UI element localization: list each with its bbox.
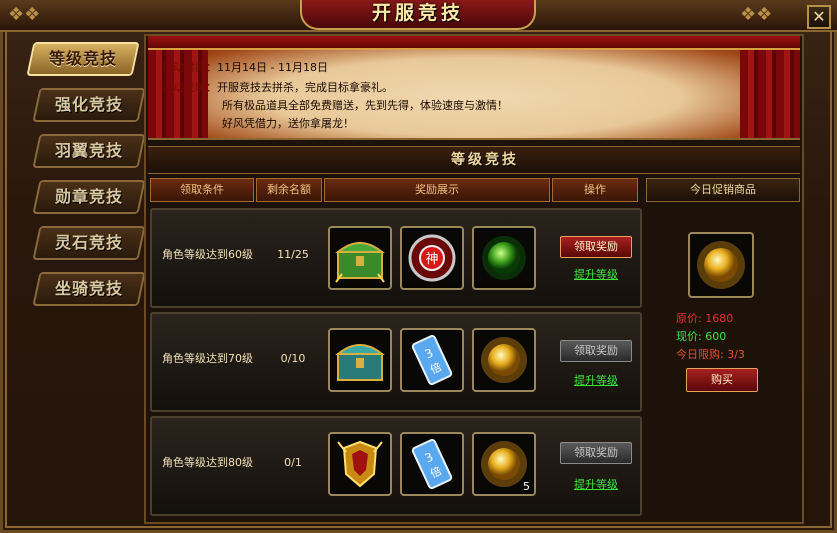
column-header-rewards: 奖励展示 [324,178,550,202]
event-time: 活动时间：11月14日 - 11月18日 [162,60,328,76]
section-title: 等级竞技 [451,152,519,168]
tab-level[interactable]: 等级竞技 [26,42,140,76]
event-time-value: 11月14日 - 11月18日 [217,61,328,74]
event-time-label: 活动时间： [162,61,217,74]
row-condition: 角色等级达到60级 [162,248,253,261]
title-bar: ❖❖ ❖❖ 开服竞技 ✕ [0,0,837,32]
tab-wing[interactable]: 羽翼竞技 [32,134,146,168]
cyan-treasure-chest-icon[interactable] [328,328,392,392]
tab-enhance[interactable]: 强化竞技 [32,88,146,122]
daily-limit: 今日限购: 3/3 [676,348,745,361]
event-desc-label: 活动说明： [162,81,217,94]
curtain-right [740,36,800,138]
reward-row: 角色等级达到80级 0/1 3倍 5 领取奖励 提升等级 [150,416,642,516]
window-title: 开服竞技 [371,2,464,24]
reward-row: 角色等级达到70级 0/10 3倍 领取奖励 提升等级 [150,312,642,412]
event-banner: 活动时间：11月14日 - 11月18日 活动说明：开服竞技去拼杀，完成目标拿豪… [148,36,800,140]
row-remaining: 0/1 [284,456,302,469]
claim-reward-button[interactable]: 领取奖励 [560,340,632,362]
tab-label: 羽翼竞技 [54,141,123,160]
golden-orb-icon[interactable] [472,328,536,392]
column-header-remaining: 剩余名额 [256,178,322,202]
row-condition: 角色等级达到70级 [162,352,253,365]
reward-row: 角色等级达到60级 11/25 神 领取奖励 提升等级 [150,208,642,308]
triple-exp-card-icon[interactable]: 3倍 [400,328,464,392]
upgrade-level-link[interactable]: 提升等级 [560,476,632,492]
tab-medal[interactable]: 勋章竞技 [32,180,146,214]
tab-label: 坐骑竞技 [54,279,123,298]
upgrade-level-link[interactable]: 提升等级 [560,266,632,282]
event-desc-line: 好风凭借力，送你拿屠龙！ [222,117,354,130]
event-desc: 活动说明：开服竞技去拼杀，完成目标拿豪礼。 [162,80,393,96]
tab-label: 勋章竞技 [54,187,123,206]
upgrade-level-link[interactable]: 提升等级 [560,372,632,388]
claim-reward-button[interactable]: 领取奖励 [560,236,632,258]
red-god-seal-icon[interactable]: 神 [400,226,464,290]
daily-promo-panel: 今日促销商品 原价: 1680 现价: 600 今日限购: 3/3 购买 [646,178,800,518]
green-treasure-chest-icon[interactable] [328,226,392,290]
buy-button[interactable]: 购买 [686,368,758,392]
triple-exp-card-icon[interactable]: 3倍 [400,432,464,496]
tab-label: 强化竞技 [54,95,123,114]
svg-text:神: 神 [425,252,438,267]
golden-armor-icon[interactable] [328,432,392,496]
curtain-top [148,36,800,50]
ornament-left-icon: ❖❖ [8,4,41,25]
item-count: 5 [523,480,530,493]
row-condition: 角色等级达到80级 [162,456,253,469]
current-price: 现价: 600 [676,330,727,343]
ornament-right-icon: ❖❖ [740,4,773,25]
column-header-condition: 领取条件 [150,178,254,202]
tab-label: 等级竞技 [48,49,117,68]
close-button[interactable]: ✕ [807,5,831,29]
column-header-action: 操作 [552,178,638,202]
title-plaque: 开服竞技 [300,0,536,30]
event-desc-line: 开服竞技去拼杀，完成目标拿豪礼。 [217,81,393,94]
golden-orb-icon[interactable] [688,232,754,298]
claim-reward-button[interactable]: 领取奖励 [560,442,632,464]
golden-orb-icon[interactable]: 5 [472,432,536,496]
tab-label: 灵石竞技 [54,233,123,252]
original-price: 原价: 1680 [676,312,734,325]
tab-spirit-stone[interactable]: 灵石竞技 [32,226,146,260]
tab-mount[interactable]: 坐骑竞技 [32,272,146,306]
event-desc-line: 所有极品道具全部免费赠送，先到先得，体验速度与激情！ [222,99,508,112]
row-remaining: 0/10 [280,352,306,365]
promo-title: 今日促销商品 [646,178,800,202]
row-remaining: 11/25 [277,248,309,261]
green-orb-icon[interactable] [472,226,536,290]
